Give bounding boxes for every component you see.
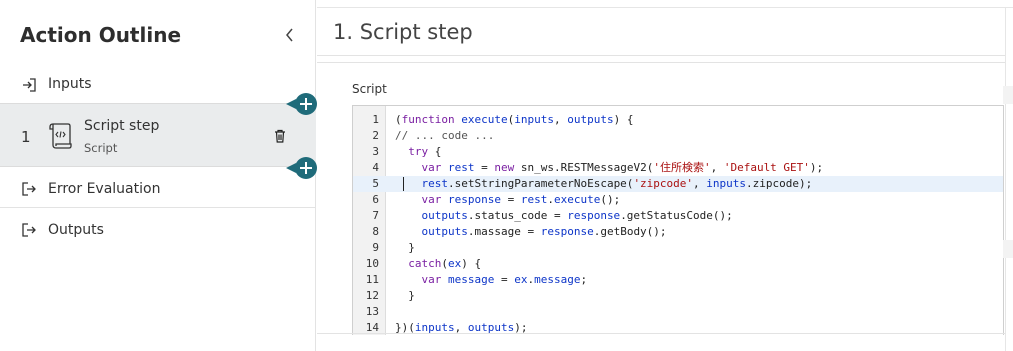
add-step-button[interactable]: [286, 93, 317, 115]
code-text: try {: [408, 145, 442, 158]
trash-icon[interactable]: [274, 129, 286, 143]
scrollbar-marker[interactable]: [1003, 240, 1013, 258]
page-title: 1. Script step: [333, 20, 473, 44]
line-number: 5: [372, 177, 379, 190]
divider: [317, 62, 1005, 63]
code-line[interactable]: 8 outputs.massage = response.getBody();: [353, 224, 1003, 240]
arrow-out-bracket-icon: [22, 223, 36, 237]
line-number: 1: [372, 113, 379, 126]
line-number: 2: [372, 129, 379, 142]
code-text: (function execute(inputs, outputs) {: [395, 113, 634, 126]
code-line[interactable]: 7 outputs.status_code = response.getStat…: [353, 208, 1003, 224]
code-text: var response = rest.execute();: [421, 193, 621, 206]
line-number: 9: [372, 241, 379, 254]
code-text: outputs.status_code = response.getStatus…: [421, 209, 733, 222]
code-line[interactable]: 6 var response = rest.execute();: [353, 192, 1003, 208]
line-number: 3: [372, 145, 379, 158]
step-subtitle: Script: [84, 141, 118, 155]
sidebar-item-error-evaluation[interactable]: Error Evaluation: [0, 168, 316, 208]
line-number: 11: [365, 273, 379, 286]
line-number: 10: [365, 257, 379, 270]
step-number: 1: [21, 128, 31, 146]
code-text: }: [395, 241, 415, 254]
code-text: var rest = new sn_ws.RESTMessageV2('住所検索…: [421, 161, 824, 174]
divider: [317, 333, 1005, 334]
code-text: }: [395, 289, 415, 302]
line-number: 13: [365, 305, 379, 318]
code-text: outputs.massage = response.getBody();: [421, 225, 667, 238]
text-cursor: [403, 177, 404, 191]
chevron-left-icon: [286, 28, 293, 42]
divider: [1005, 8, 1006, 351]
line-number: 12: [365, 289, 379, 302]
sidebar-item-label: Inputs: [48, 76, 92, 92]
script-code-editor[interactable]: 1 (function execute(inputs, outputs) { 2 //…: [352, 105, 1004, 335]
line-number: 8: [372, 225, 379, 238]
divider: [317, 7, 1013, 8]
sidebar-item-inputs[interactable]: Inputs: [0, 68, 316, 102]
code-line[interactable]: 2 // ... code ...: [353, 128, 1003, 144]
sidebar-item-script-step[interactable]: 1 Script step Script: [0, 103, 316, 167]
line-number: 7: [372, 209, 379, 222]
add-step-button[interactable]: [286, 157, 317, 179]
code-line[interactable]: 3 try {: [353, 144, 1003, 160]
arrow-out-bracket-icon: [22, 182, 36, 196]
code-line[interactable]: 1 (function execute(inputs, outputs) {: [353, 112, 1003, 128]
scrollbar-marker[interactable]: [1003, 86, 1013, 104]
code-text: catch(ex) {: [408, 257, 482, 270]
collapse-sidebar-button[interactable]: [281, 24, 299, 46]
sidebar-item-label: Outputs: [48, 222, 104, 238]
code-line[interactable]: 12 }: [353, 288, 1003, 304]
code-line[interactable]: 4 var rest = new sn_ws.RESTMessageV2('住所…: [353, 160, 1003, 176]
sidebar-item-label: Error Evaluation: [48, 181, 161, 197]
code-line[interactable]: 5 rest.setStringParameterNoEscape('zipco…: [353, 176, 1003, 192]
line-number: 6: [372, 193, 379, 206]
sidebar-item-outputs[interactable]: Outputs: [0, 209, 316, 251]
script-scroll-icon: [49, 123, 72, 149]
code-line[interactable]: 11 var message = ex.message;: [353, 272, 1003, 288]
arrow-into-bracket-icon: [23, 78, 36, 92]
code-text: rest.setStringParameterNoEscape('zipcode…: [421, 177, 813, 190]
step-detail-panel: 1. Script step Script 1 (function execute…: [317, 0, 1013, 351]
sidebar-title: Action Outline: [20, 23, 182, 47]
step-title: Script step: [84, 118, 160, 134]
code-lines: 1 (function execute(inputs, outputs) { 2 //…: [353, 112, 1003, 335]
code-text: // ... code ...: [395, 129, 495, 142]
line-number: 4: [372, 161, 379, 174]
code-line[interactable]: 9 }: [353, 240, 1003, 256]
code-text: var message = ex.message;: [421, 273, 588, 286]
action-outline-sidebar: Action Outline Inputs 1 Script step Scri…: [0, 0, 317, 351]
code-line[interactable]: 10 catch(ex) {: [353, 256, 1003, 272]
script-field-label: Script: [352, 82, 387, 96]
divider: [317, 55, 1005, 56]
sidebar-header: Action Outline: [0, 0, 315, 68]
code-line[interactable]: 13: [353, 304, 1003, 320]
